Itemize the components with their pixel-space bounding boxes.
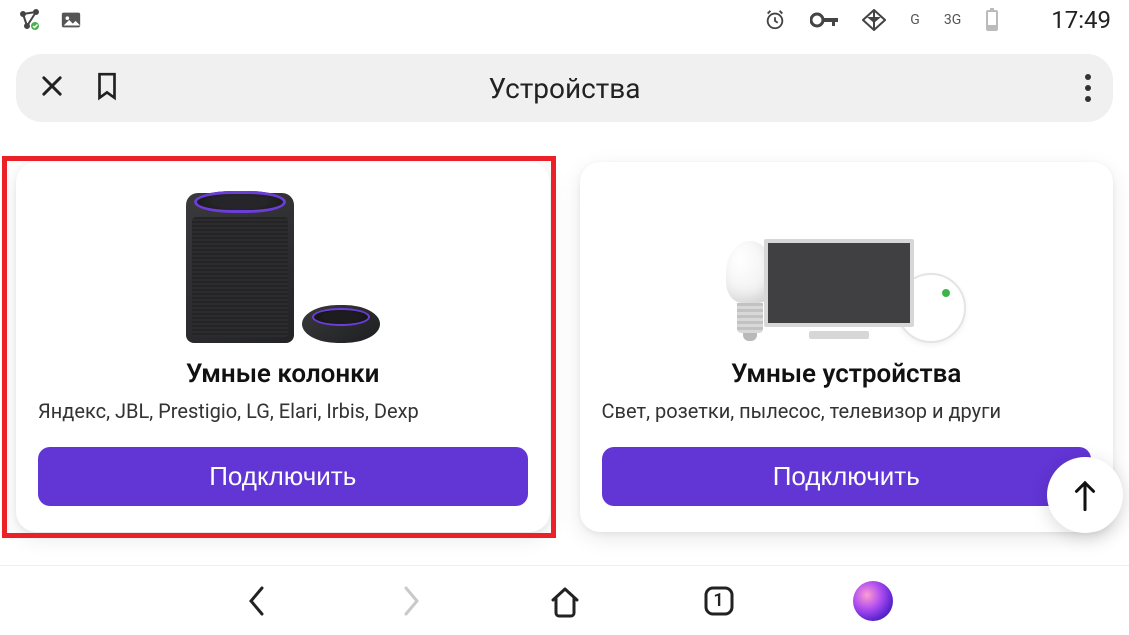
battery-icon xyxy=(985,8,999,32)
connect-button[interactable]: Подключить xyxy=(38,447,528,506)
alarm-icon xyxy=(764,9,786,31)
card-smart-devices[interactable]: Умные устройства Свет, розетки, пылесос,… xyxy=(580,162,1114,532)
nav-home-button[interactable] xyxy=(543,579,587,623)
vpn-key-icon xyxy=(810,12,838,28)
signal-g-label: G xyxy=(910,12,920,28)
app-header: Устройства xyxy=(0,40,1129,132)
card-title: Умные колонки xyxy=(186,359,379,389)
wifi-icon xyxy=(862,9,886,31)
clock-label: 17:49 xyxy=(1023,6,1111,34)
alice-orb-icon xyxy=(853,581,893,621)
nav-forward-button[interactable] xyxy=(389,579,433,623)
nav-alice-button[interactable] xyxy=(851,579,895,623)
nav-back-button[interactable] xyxy=(235,579,279,623)
nav-tabs-button[interactable]: 1 xyxy=(697,579,741,623)
bottom-nav: 1 xyxy=(0,565,1129,635)
card-smart-speakers-wrap: Умные колонки Яндекс, JBL, Prestigio, LG… xyxy=(16,162,550,532)
image-icon xyxy=(60,9,82,31)
header-pill: Устройства xyxy=(16,54,1113,122)
card-smart-speakers[interactable]: Умные колонки Яндекс, JBL, Prestigio, LG… xyxy=(16,162,550,532)
card-subtitle: Свет, розетки, пылесос, телевизор и друг… xyxy=(602,399,1092,423)
bookmark-button[interactable] xyxy=(94,71,120,105)
page-title: Устройства xyxy=(16,72,1113,105)
card-subtitle: Яндекс, JBL, Prestigio, LG, Elari, Irbis… xyxy=(38,399,528,423)
speaker-illustration xyxy=(38,186,528,343)
connect-button[interactable]: Подключить xyxy=(602,447,1092,506)
close-button[interactable] xyxy=(38,72,66,104)
tabs-count-label: 1 xyxy=(713,590,723,611)
content-area: Умные колонки Яндекс, JBL, Prestigio, LG… xyxy=(0,132,1129,532)
scroll-top-button[interactable] xyxy=(1047,457,1123,533)
card-smart-devices-wrap: Умные устройства Свет, розетки, пылесос,… xyxy=(580,162,1114,532)
card-title: Умные устройства xyxy=(731,359,961,389)
devices-illustration xyxy=(602,186,1092,343)
status-bar: G 3G 17:49 xyxy=(0,0,1129,40)
signal-3g-label: 3G xyxy=(944,12,961,28)
more-button[interactable] xyxy=(1085,74,1091,102)
share-icon xyxy=(18,8,42,32)
